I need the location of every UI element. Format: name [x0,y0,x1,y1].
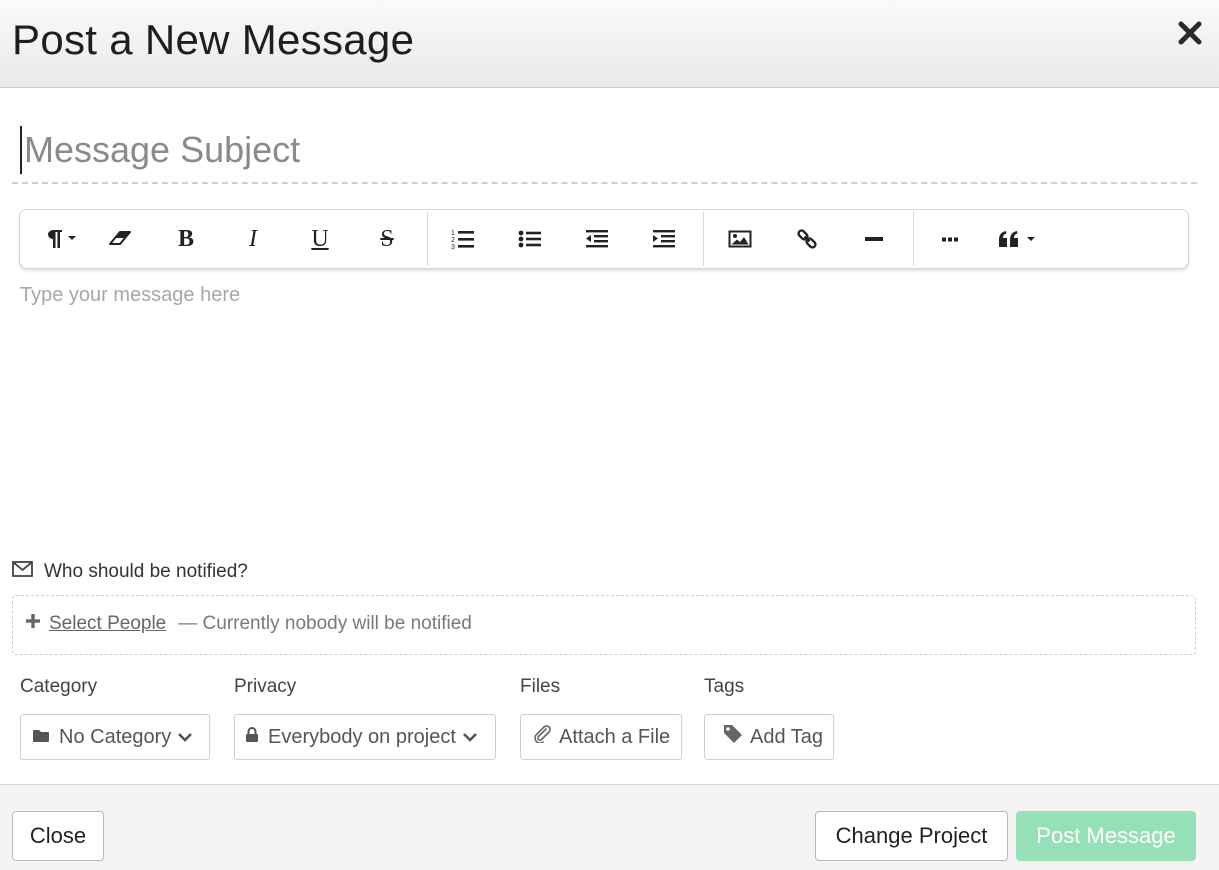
unordered-list-button[interactable] [510,210,550,268]
tag-icon [722,723,744,751]
svg-text:3: 3 [451,244,455,250]
image-icon [728,229,752,249]
chevron-down-icon [177,726,193,749]
add-tag-button[interactable]: Add Tag [704,714,834,760]
dialog-footer: Close Change Project Post Message [0,784,1219,870]
toolbar-divider [427,212,428,266]
tags-label: Tags [704,676,745,697]
toolbar-divider [703,212,704,266]
clear-formatting-button[interactable] [100,210,140,268]
quote-button[interactable] [994,210,1046,268]
bold-icon: B [177,225,194,252]
category-value: No Category [59,725,172,748]
dialog-title: Post a New Message [12,16,415,63]
folder-icon [32,726,50,749]
pilcrow-icon [42,228,78,250]
svg-text:1: 1 [451,230,455,237]
underline-button[interactable]: U [300,210,340,268]
strikethrough-icon: S [380,225,394,252]
files-label: Files [520,676,561,697]
privacy-dropdown[interactable]: Everybody on project [234,714,496,760]
privacy-value: Everybody on project [268,725,456,748]
editor-toolbar: B I U S 1 2 3 [19,209,1189,269]
italic-icon: I [249,225,257,252]
paragraph-format-button[interactable] [34,210,86,268]
close-button[interactable]: Close [12,811,104,861]
outdent-button[interactable] [577,210,617,268]
minus-icon [864,229,884,249]
attach-file-label: Attach a File [559,725,671,748]
quote-icon [997,229,1043,249]
insert-image-button[interactable] [720,210,760,268]
change-project-button[interactable]: Change Project [815,811,1008,861]
eraser-icon [108,229,132,249]
privacy-label: Privacy [234,676,297,697]
add-tag-label: Add Tag [750,725,824,748]
category-dropdown[interactable]: No Category [20,714,210,760]
horizontal-rule-button[interactable] [854,210,894,268]
italic-button[interactable]: I [233,210,273,268]
notify-status-text: — Currently nobody will be notified [178,613,472,634]
subject-field-wrapper [12,120,1197,184]
ordered-list-button[interactable]: 1 2 3 [443,210,483,268]
dialog-header: Post a New Message [0,0,1219,88]
category-label: Category [20,676,98,697]
indent-button[interactable] [644,210,684,268]
close-icon[interactable] [1177,20,1203,46]
notify-label-text: Who should be notified? [44,561,248,582]
outdent-icon [585,229,609,249]
unordered-list-icon [518,229,542,249]
notify-recipients-box: Select People — Currently nobody will be… [12,595,1196,655]
link-icon [796,228,818,250]
insert-link-button[interactable] [787,210,827,268]
chevron-down-icon [462,726,478,749]
attach-file-button[interactable]: Attach a File [520,714,682,760]
select-people-link[interactable]: Select People [49,613,166,635]
underline-icon: U [311,225,329,252]
paperclip-icon [532,725,552,749]
message-subject-input[interactable] [20,126,1180,174]
ordered-list-icon: 1 2 3 [451,228,475,250]
ellipsis-icon [940,234,960,244]
post-message-button[interactable]: Post Message [1016,811,1196,861]
bold-button[interactable]: B [166,210,206,268]
svg-text:2: 2 [451,237,455,244]
envelope-icon [12,561,44,583]
more-button[interactable] [930,210,970,268]
message-body-editor[interactable] [20,284,1190,524]
strikethrough-button[interactable]: S [367,210,407,268]
toolbar-divider [913,212,914,266]
indent-icon [652,229,676,249]
notify-heading: Who should be notified? [12,560,248,584]
lock-icon [245,726,259,749]
plus-icon[interactable] [25,613,41,635]
